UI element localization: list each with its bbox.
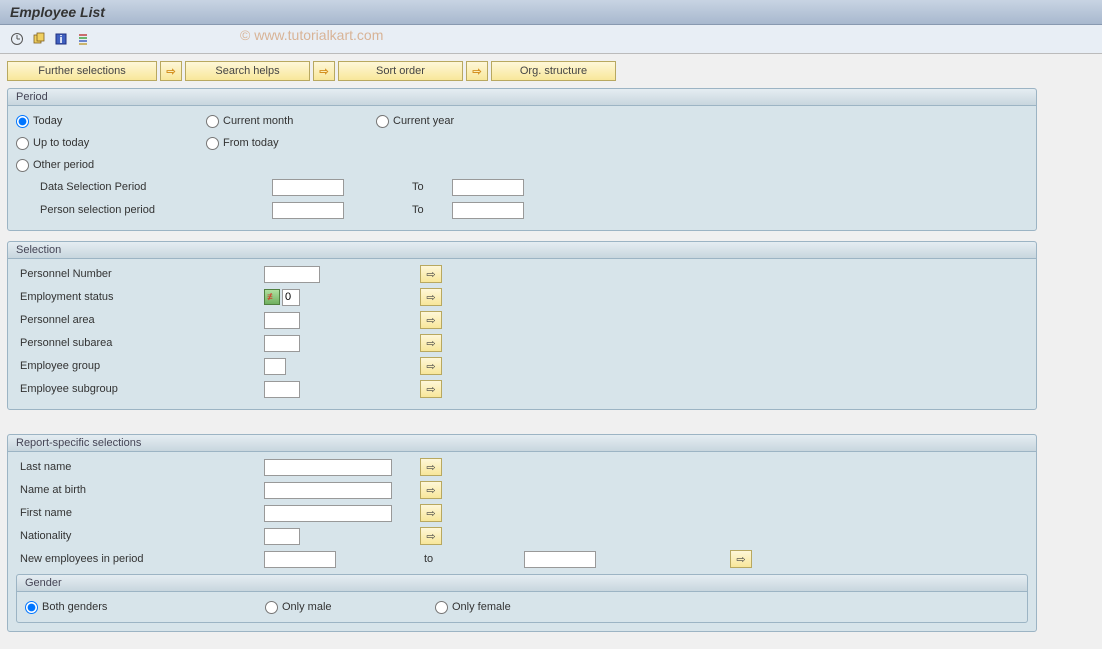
- org-structure-button[interactable]: Org. structure: [491, 61, 616, 81]
- selection-group-body: Personnel Number ⇨ Employment status ≢ ⇨…: [8, 259, 1036, 409]
- label-other-period: Other period: [33, 159, 94, 171]
- label-personnel-area: Personnel area: [16, 314, 264, 326]
- radio-up-to-today[interactable]: [16, 137, 29, 150]
- content-area: Further selections ⇨ Search helps ⇨ Sort…: [0, 54, 1102, 649]
- page-title: Employee List: [0, 0, 1102, 25]
- multiple-selection-icon[interactable]: ⇨: [420, 504, 442, 522]
- multiple-selection-icon[interactable]: ⇨: [420, 380, 442, 398]
- multiple-selection-icon[interactable]: ⇨: [730, 550, 752, 568]
- radio-today[interactable]: [16, 115, 29, 128]
- input-first-name[interactable]: [264, 505, 392, 522]
- button-row: Further selections ⇨ Search helps ⇨ Sort…: [7, 61, 1095, 81]
- multiple-selection-icon[interactable]: ⇨: [420, 357, 442, 375]
- report-group-title: Report-specific selections: [8, 435, 1036, 452]
- label-only-male: Only male: [282, 601, 332, 613]
- execute-icon[interactable]: [8, 30, 26, 48]
- selection-group-title: Selection: [8, 242, 1036, 259]
- label-new-employees: New employees in period: [16, 553, 264, 565]
- label-data-selection-period: Data Selection Period: [16, 181, 272, 193]
- not-equal-indicator-icon[interactable]: ≢: [264, 289, 280, 305]
- multiple-selection-icon[interactable]: ⇨: [420, 334, 442, 352]
- label-current-year: Current year: [393, 115, 454, 127]
- label-name-at-birth: Name at birth: [16, 484, 264, 496]
- label-person-selection-period: Person selection period: [16, 204, 272, 216]
- label-nationality: Nationality: [16, 530, 264, 542]
- label-current-month: Current month: [223, 115, 293, 127]
- label-to: To: [412, 204, 452, 216]
- variant-icon[interactable]: [30, 30, 48, 48]
- input-name-at-birth[interactable]: [264, 482, 392, 499]
- input-personnel-number[interactable]: [264, 266, 320, 283]
- gender-group-title: Gender: [17, 575, 1027, 592]
- input-nationality[interactable]: [264, 528, 300, 545]
- radio-from-today[interactable]: [206, 137, 219, 150]
- watermark: © www.tutorialkart.com: [240, 27, 383, 43]
- label-employee-subgroup: Employee subgroup: [16, 383, 264, 395]
- arrow-icon[interactable]: ⇨: [466, 61, 488, 81]
- input-data-period-from[interactable]: [272, 179, 344, 196]
- label-from-today: From today: [223, 137, 279, 149]
- label-first-name: First name: [16, 507, 264, 519]
- multiple-selection-icon[interactable]: ⇨: [420, 311, 442, 329]
- input-new-employees-to[interactable]: [524, 551, 596, 568]
- period-group-body: Today Current month Current year Up to t…: [8, 106, 1036, 230]
- input-data-period-to[interactable]: [452, 179, 524, 196]
- label-to: To: [412, 181, 452, 193]
- input-personnel-subarea[interactable]: [264, 335, 300, 352]
- label-last-name: Last name: [16, 461, 264, 473]
- gender-group: Gender Both genders Only male: [16, 574, 1028, 623]
- multiple-selection-icon[interactable]: ⇨: [420, 527, 442, 545]
- label-today: Today: [33, 115, 62, 127]
- radio-only-male[interactable]: [265, 601, 278, 614]
- input-personnel-area[interactable]: [264, 312, 300, 329]
- input-last-name[interactable]: [264, 459, 392, 476]
- period-group-title: Period: [8, 89, 1036, 106]
- radio-other-period[interactable]: [16, 159, 29, 172]
- report-group: Report-specific selections Last name ⇨ N…: [7, 434, 1037, 632]
- label-only-female: Only female: [452, 601, 511, 613]
- label-to-lower: to: [420, 553, 524, 565]
- report-group-body: Last name ⇨ Name at birth ⇨ First name ⇨…: [8, 452, 1036, 631]
- multiple-selection-icon[interactable]: ⇨: [420, 288, 442, 306]
- input-person-period-from[interactable]: [272, 202, 344, 219]
- radio-both-genders[interactable]: [25, 601, 38, 614]
- toolbar: i © www.tutorialkart.com: [0, 25, 1102, 54]
- label-employee-group: Employee group: [16, 360, 264, 372]
- period-group: Period Today Current month Current year: [7, 88, 1037, 231]
- info-icon[interactable]: i: [52, 30, 70, 48]
- label-employment-status: Employment status: [16, 291, 264, 303]
- multiple-selection-icon[interactable]: ⇨: [420, 481, 442, 499]
- radio-current-year[interactable]: [376, 115, 389, 128]
- further-selections-button[interactable]: Further selections: [7, 61, 157, 81]
- label-personnel-subarea: Personnel subarea: [16, 337, 264, 349]
- input-employment-status[interactable]: [282, 289, 300, 306]
- selection-group: Selection Personnel Number ⇨ Employment …: [7, 241, 1037, 410]
- radio-current-month[interactable]: [206, 115, 219, 128]
- arrow-icon[interactable]: ⇨: [313, 61, 335, 81]
- radio-only-female[interactable]: [435, 601, 448, 614]
- label-both-genders: Both genders: [42, 601, 107, 613]
- svg-text:i: i: [59, 34, 62, 46]
- input-employee-subgroup[interactable]: [264, 381, 300, 398]
- input-employee-group[interactable]: [264, 358, 286, 375]
- list-icon[interactable]: [74, 30, 92, 48]
- label-personnel-number: Personnel Number: [16, 268, 264, 280]
- arrow-icon[interactable]: ⇨: [160, 61, 182, 81]
- input-new-employees-from[interactable]: [264, 551, 336, 568]
- multiple-selection-icon[interactable]: ⇨: [420, 265, 442, 283]
- multiple-selection-icon[interactable]: ⇨: [420, 458, 442, 476]
- label-up-to-today: Up to today: [33, 137, 89, 149]
- sort-order-button[interactable]: Sort order: [338, 61, 463, 81]
- input-person-period-to[interactable]: [452, 202, 524, 219]
- search-helps-button[interactable]: Search helps: [185, 61, 310, 81]
